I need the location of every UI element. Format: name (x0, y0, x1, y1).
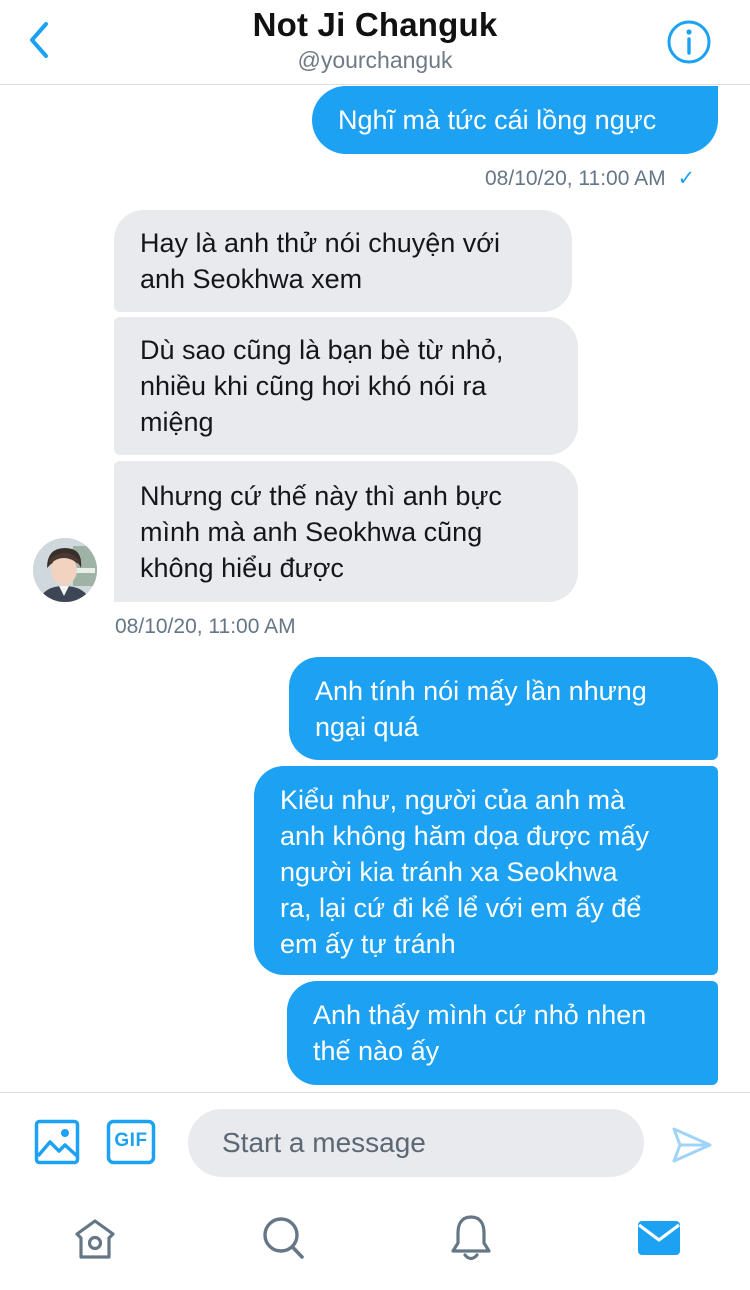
info-circle-icon (667, 20, 711, 64)
avatar-photo (33, 538, 97, 602)
message-line: ngại quá (315, 712, 419, 742)
search-icon (263, 1217, 304, 1259)
message-line: Nhưng cứ thế này thì anh bực (140, 481, 502, 511)
message-line: Anh thấy mình cứ nhỏ nhen (313, 1000, 647, 1030)
dm-conversation-screen: Not Ji Changuk @yourchanguk Nghĩ mà tức … (0, 0, 750, 1290)
sender-avatar[interactable] (33, 538, 97, 602)
message-line: nhiều khi cũng hơi khó nói ra (140, 371, 487, 401)
sent-time: 08/10/20, 11:00 AM (485, 167, 666, 190)
message-line: không hiểu được (140, 553, 344, 583)
message-bubble-outgoing[interactable]: Anh tính nói mấy lần nhưng ngại quá (289, 657, 718, 760)
image-icon (34, 1119, 80, 1165)
message-input[interactable]: Start a message (188, 1109, 644, 1177)
message-bubble-incoming[interactable]: Hay là anh thử nói chuyện với anh Seokhw… (114, 210, 572, 312)
message-line: Anh tính nói mấy lần nhưng (315, 676, 647, 706)
message-line: người kia tránh xa Seokhwa (280, 857, 618, 887)
message-line: miệng (140, 407, 214, 437)
sent-timestamp: 08/10/20, 11:00 AM ✓ (485, 166, 695, 191)
message-line: Hay là anh thử nói chuyện với (140, 228, 500, 258)
bottom-tab-bar (0, 1200, 750, 1290)
home-icon (75, 1219, 115, 1259)
message-composer: GIF Start a message (0, 1092, 750, 1201)
message-bubble-outgoing[interactable]: Kiểu như, người của anh mà anh không hăm… (254, 766, 718, 975)
message-line: Nghĩ mà tức cái lồng ngực (338, 105, 657, 135)
info-button[interactable] (666, 19, 712, 65)
bell-icon (451, 1215, 491, 1261)
conversation-header: Not Ji Changuk @yourchanguk (0, 0, 750, 85)
tab-home[interactable] (72, 1216, 118, 1262)
conversation-handle: @yourchanguk (297, 47, 453, 73)
message-line: em ấy tự tránh (280, 929, 456, 959)
message-line: Dù sao cũng là bạn bè từ nhỏ, (140, 335, 504, 365)
tab-messages[interactable] (637, 1218, 681, 1258)
conversation-title: Not Ji Changuk (252, 6, 498, 43)
gif-label: GIF (114, 1130, 148, 1151)
tab-notifications[interactable] (449, 1213, 493, 1263)
message-line: Kiểu như, người của anh mà (280, 785, 626, 815)
mail-icon (638, 1221, 680, 1255)
message-bubble-incoming[interactable]: Dù sao cũng là bạn bè từ nhỏ, nhiều khi … (114, 317, 578, 455)
send-button[interactable] (670, 1123, 714, 1167)
send-icon (672, 1127, 712, 1163)
message-bubble-incoming[interactable]: Nhưng cứ thế này thì anh bực mình mà anh… (114, 461, 578, 602)
message-line: anh Seokhwa xem (140, 264, 363, 294)
received-timestamp: 08/10/20, 11:00 AM (115, 615, 296, 638)
message-bubble-outgoing[interactable]: Nghĩ mà tức cái lồng ngực (312, 86, 718, 154)
message-line: mình mà anh Seokhwa cũng (140, 517, 483, 547)
message-line: thế nào ấy (313, 1036, 440, 1066)
tab-search[interactable] (260, 1214, 306, 1262)
add-image-button[interactable] (34, 1119, 80, 1165)
message-line: anh không hăm dọa được mấy (280, 821, 649, 851)
gif-button[interactable]: GIF (106, 1119, 156, 1165)
sent-status-checkmark: ✓ (677, 167, 696, 190)
message-bubble-outgoing[interactable]: Anh thấy mình cứ nhỏ nhen thế nào ấy (287, 981, 718, 1085)
message-line: ra, lại cứ đi kể lể với em ấy để (280, 893, 642, 923)
